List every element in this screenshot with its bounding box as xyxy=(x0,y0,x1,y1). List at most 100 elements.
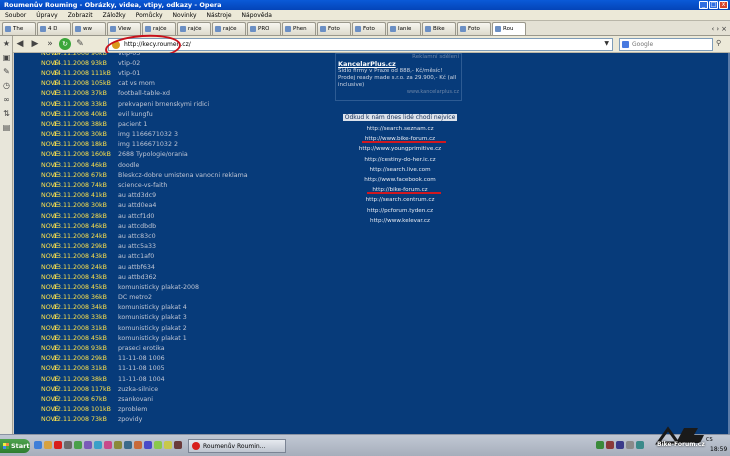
menu-upravy[interactable]: Úpravy xyxy=(31,12,62,19)
quicklaunch-opera-icon[interactable] xyxy=(54,441,62,449)
list-item[interactable]: NOVÉ 13.11.2008 24kB au attbf634 xyxy=(41,262,248,272)
list-item[interactable]: NOVÉ 12.11.2008 33kB komunisticky plakat 3 xyxy=(41,313,248,323)
list-item[interactable]: NOVÉ 12.11.2008 67kB zsankovani xyxy=(41,394,248,404)
list-item[interactable]: NOVÉ 12.11.2008 93kB praseci erotika xyxy=(41,343,248,353)
item-name-link[interactable]: zpovidy xyxy=(118,416,142,423)
quicklaunch-folder-icon[interactable] xyxy=(44,441,52,449)
menu-soubor[interactable]: Soubor xyxy=(0,12,31,19)
edit-pen-icon[interactable]: ✎ xyxy=(74,38,86,50)
list-item[interactable]: NOVÉ 13.11.2008 40kB evil kungfu xyxy=(41,109,248,119)
tab-1[interactable]: The xyxy=(2,22,36,35)
item-name-link[interactable]: 11-11-08 1004 xyxy=(118,376,165,383)
list-item[interactable]: NOVÉ 13.11.2008 18kB img 1166671032 2 xyxy=(41,140,248,150)
quicklaunch-app-icon[interactable] xyxy=(94,441,102,449)
tab-10[interactable]: Foto xyxy=(317,22,351,35)
tab-6[interactable]: rajče xyxy=(177,22,211,35)
tab-scroll-right-icon[interactable]: › xyxy=(716,25,719,33)
referrer-link[interactable]: http://search.live.com xyxy=(332,165,468,175)
list-item[interactable]: NOVÉ 13.11.2008 36kB DC metro2 xyxy=(41,293,248,303)
back-arrow-icon[interactable]: ◀ xyxy=(14,38,26,50)
referrer-link[interactable]: http://www.facebook.com xyxy=(332,175,468,185)
reload-icon[interactable]: ↻ xyxy=(59,38,71,50)
item-name-link[interactable]: 11-11-08 1005 xyxy=(118,365,165,372)
item-name-link[interactable]: zproblem xyxy=(118,406,147,413)
quicklaunch-app-icon[interactable] xyxy=(84,441,92,449)
window-titlebar[interactable]: Roumenův Rouming - Obrázky, videa, vtipy… xyxy=(0,0,730,10)
quicklaunch-app-icon[interactable] xyxy=(174,441,182,449)
list-item[interactable]: NOVÉ 13.11.2008 28kB au attcf1d0 xyxy=(41,211,248,221)
item-name-link[interactable]: vtip-03 xyxy=(118,53,140,57)
tab-5[interactable]: rajče xyxy=(142,22,176,35)
quicklaunch-app-icon[interactable] xyxy=(154,441,162,449)
quicklaunch-app-icon[interactable] xyxy=(124,441,132,449)
list-item[interactable]: NOVÉ 13.11.2008 33kB prekvapeni brnenskymi … xyxy=(41,99,248,109)
menu-napoveda[interactable]: Nápověda xyxy=(237,12,277,19)
list-item[interactable]: NOVÉ 14.11.2008 93kB vtip-02 xyxy=(41,58,248,68)
list-item[interactable]: NOVÉ 12.11.2008 31kB komunisticky plakat 2 xyxy=(41,323,248,333)
item-name-link[interactable]: evil kungfu xyxy=(118,111,153,118)
search-field[interactable] xyxy=(619,38,713,51)
forward-arrow-icon[interactable]: ▶ xyxy=(29,38,41,50)
taskbar-window-opera[interactable]: Roumenův Roumin... xyxy=(188,439,286,453)
list-item[interactable]: NOVÉ 13.11.2008 29kB au attc5a33 xyxy=(41,242,248,252)
tab-3[interactable]: ww xyxy=(72,22,106,35)
tray-icon[interactable] xyxy=(606,441,614,449)
item-name-link[interactable]: 11-11-08 1006 xyxy=(118,355,165,362)
item-name-link[interactable]: au attbf634 xyxy=(118,264,155,271)
item-name-link[interactable]: zsankovani xyxy=(118,396,153,403)
list-item[interactable]: NOVÉ 13.11.2008 160kB 2688 Typologie/orania xyxy=(41,150,248,160)
maximize-button[interactable]: □ xyxy=(709,1,718,9)
minimize-button[interactable]: _ xyxy=(699,1,708,9)
tab-13[interactable]: Bike xyxy=(422,22,456,35)
list-item[interactable]: NOVÉ 13.11.2008 37kB football-table-xd xyxy=(41,89,248,99)
quicklaunch-app-icon[interactable] xyxy=(164,441,172,449)
tab-scroll-left-icon[interactable]: ‹ xyxy=(712,25,715,33)
quicklaunch-app-icon[interactable] xyxy=(74,441,82,449)
item-name-link[interactable]: 2688 Typologie/orania xyxy=(118,151,188,158)
clock[interactable]: 18:59 xyxy=(710,446,727,453)
tab-12[interactable]: Ianie xyxy=(387,22,421,35)
item-name-link[interactable]: au attcdbdb xyxy=(118,223,156,230)
item-name-link[interactable]: Bleskcz-dobre umistena vanocni reklama xyxy=(118,172,248,179)
item-name-link[interactable]: au attd3dc9 xyxy=(118,192,156,199)
list-item[interactable]: NOVÉ 13.11.2008 30kB au attd0ea4 xyxy=(41,201,248,211)
list-item[interactable]: NOVÉ 13.11.2008 46kB au attcdbdb xyxy=(41,221,248,231)
language-indicator[interactable]: CS xyxy=(706,437,713,443)
item-name-link[interactable]: komunisticky plakat-2008 xyxy=(118,284,199,291)
item-name-link[interactable]: science-vs-faith xyxy=(118,182,167,189)
tab-4[interactable]: View xyxy=(107,22,141,35)
item-name-link[interactable]: cat vs mom xyxy=(118,80,155,87)
url-field[interactable]: http://kecy.roumen.cz/ ▼ xyxy=(108,38,613,51)
quicklaunch-app-icon[interactable] xyxy=(134,441,142,449)
links-icon[interactable]: ∞ xyxy=(2,95,11,104)
list-item[interactable]: NOVÉ 12.11.2008 45kB komunisticky plakat 1 xyxy=(41,333,248,343)
menu-nastroje[interactable]: Nástroje xyxy=(202,12,237,19)
list-item[interactable]: NOVÉ 12.11.2008 31kB 11-11-08 1005 xyxy=(41,364,248,374)
referrer-link[interactable]: http://search.centrum.cz xyxy=(332,195,468,205)
quicklaunch-app-icon[interactable] xyxy=(104,441,112,449)
item-name-link[interactable]: zuzka-silnice xyxy=(118,386,158,393)
referrer-link[interactable]: http://www.youngprimitive.cz xyxy=(332,144,468,154)
search-input[interactable] xyxy=(632,41,702,48)
list-item[interactable]: NOVÉ 12.11.2008 101kB zproblem xyxy=(41,405,248,415)
list-item[interactable]: NOVÉ 12.11.2008 38kB 11-11-08 1004 xyxy=(41,374,248,384)
list-item[interactable]: NOVÉ 12.11.2008 34kB komunisticky plakat 4 xyxy=(41,303,248,313)
referrer-link[interactable]: http://search.seznam.cz xyxy=(332,124,468,134)
tab-15-active[interactable]: Rou xyxy=(492,22,526,35)
item-name-link[interactable]: img 1166671032 2 xyxy=(118,141,178,148)
binoculars-icon[interactable]: ⚲ xyxy=(716,39,721,47)
item-name-link[interactable]: vtip-02 xyxy=(118,60,140,67)
transfers-icon[interactable]: ⇅ xyxy=(2,109,11,118)
item-name-link[interactable]: au attcf1d0 xyxy=(118,213,154,220)
list-item[interactable]: NOVÉ 13.11.2008 30kB img 1166671032 3 xyxy=(41,130,248,140)
tab-9[interactable]: Phen xyxy=(282,22,316,35)
list-item[interactable]: NOVÉ 13.11.2008 45kB komunisticky plakat-20… xyxy=(41,282,248,292)
bookmarks-star-icon[interactable]: ★ xyxy=(2,39,11,48)
referrer-link[interactable]: http://pcforum.tyden.cz xyxy=(332,206,468,216)
list-item[interactable]: NOVÉ 12.11.2008 29kB 11-11-08 1006 xyxy=(41,354,248,364)
item-name-link[interactable]: prekvapeni brnenskymi ridici xyxy=(118,101,209,108)
list-item[interactable]: NOVÉ 12.11.2008 117kB zuzka-silnice xyxy=(41,384,248,394)
item-name-link[interactable]: komunisticky plakat 3 xyxy=(118,314,187,321)
tray-icon[interactable] xyxy=(636,441,644,449)
item-name-link[interactable]: komunisticky plakat 1 xyxy=(118,335,187,342)
